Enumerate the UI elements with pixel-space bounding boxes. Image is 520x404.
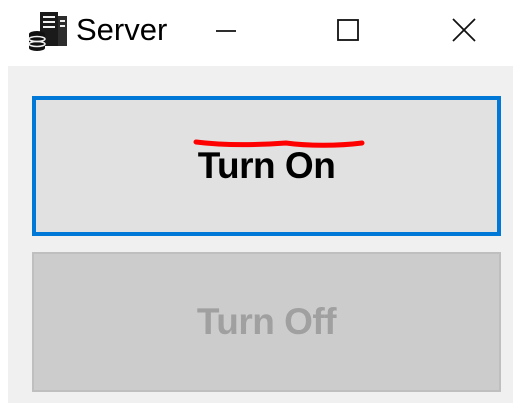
- minimize-icon: [214, 18, 238, 47]
- turn-off-label: Turn Off: [196, 301, 337, 342]
- close-icon: [451, 17, 477, 48]
- close-button[interactable]: [426, 0, 502, 64]
- minimize-button[interactable]: [188, 0, 264, 64]
- title-bar[interactable]: Server: [0, 0, 520, 66]
- red-underline-annotation: [193, 139, 365, 148]
- turn-off-button: Turn Off: [32, 252, 501, 392]
- client-area: Turn On Turn Off: [8, 66, 513, 403]
- maximize-button[interactable]: [310, 0, 386, 64]
- window-title: Server: [76, 12, 168, 47]
- turn-on-button[interactable]: Turn On: [32, 96, 501, 236]
- server-icon: [28, 10, 70, 52]
- server-window: Server Turn On Turn Off: [0, 0, 520, 404]
- maximize-icon: [336, 18, 360, 47]
